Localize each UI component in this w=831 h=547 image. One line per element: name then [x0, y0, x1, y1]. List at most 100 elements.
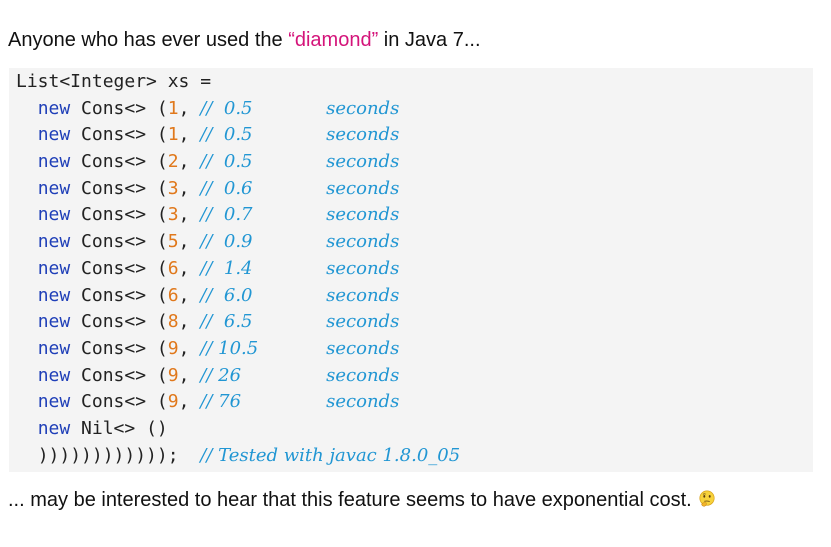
code-unit: seconds — [326, 177, 400, 199]
code-ctor: Cons<> — [81, 124, 147, 146]
code-line-closing: )))))))))))); // Tested with javac 1.8.0… — [16, 443, 813, 470]
code-number: 5 — [167, 231, 179, 253]
code-unit: seconds — [326, 231, 400, 253]
code-comment: // 0.7 seconds — [200, 204, 399, 225]
code-ctor: Cons<> — [81, 337, 147, 359]
code-nil: Nil<> () — [81, 417, 168, 439]
code-time: 0.7 — [218, 204, 253, 226]
code-comment: // 0.5 seconds — [200, 124, 399, 145]
code-ctor: Cons<> — [81, 231, 147, 253]
code-time: 0.6 — [218, 177, 253, 199]
code-unit: seconds — [326, 311, 400, 333]
code-number: 6 — [167, 284, 179, 306]
code-number: 3 — [167, 177, 179, 199]
intro-highlight: “diamond” — [288, 29, 379, 51]
code-rows: new Cons<> (1, // 0.5 seconds new Cons<> … — [16, 96, 813, 416]
code-comment: // 76 seconds — [200, 391, 399, 412]
code-line-cons: new Cons<> (9, // 10.5 seconds — [16, 336, 813, 363]
code-line-nil: new Nil<> () — [16, 416, 813, 443]
code-block: List<Integer> xs = new Cons<> (1, // 0.5… — [9, 68, 813, 472]
code-comment: // 0.5 seconds — [200, 151, 399, 172]
code-keyword: new — [37, 337, 71, 359]
code-keyword: new — [37, 284, 71, 306]
code-ctor: Cons<> — [81, 204, 147, 226]
code-keyword: new — [37, 124, 71, 146]
code-number: 9 — [167, 391, 179, 413]
code-keyword: new — [37, 391, 71, 413]
thinking-face-icon — [699, 490, 715, 507]
code-keyword: new — [37, 364, 71, 386]
code-comment: // 1.4 seconds — [200, 258, 399, 279]
code-unit: seconds — [326, 151, 400, 173]
code-ctor: Cons<> — [81, 257, 147, 279]
intro-after: in Java 7... — [378, 29, 481, 51]
code-keyword: new — [37, 231, 71, 253]
code-time: 0.9 — [218, 231, 253, 253]
code-number: 1 — [167, 97, 179, 119]
code-time: 0.5 — [218, 124, 253, 146]
code-time: 6.5 — [218, 311, 253, 333]
code-number: 2 — [167, 151, 179, 173]
outro-sentence: ... may be interested to hear that this … — [8, 489, 692, 511]
code-number: 9 — [167, 337, 179, 359]
code-line-header: List<Integer> xs = — [16, 71, 212, 92]
code-keyword: new — [37, 311, 71, 333]
outro-text: ... may be interested to hear that this … — [8, 486, 716, 514]
code-ctor: Cons<> — [81, 97, 147, 119]
code-time: 10.5 — [218, 337, 259, 359]
code-number: 1 — [167, 124, 179, 146]
code-unit: seconds — [326, 97, 400, 119]
code-unit: seconds — [326, 284, 400, 306]
code-comment: // 6.5 seconds — [200, 311, 399, 332]
code-time: 76 — [218, 391, 242, 413]
code-line-cons: new Cons<> (6, // 1.4 seconds — [16, 256, 813, 283]
code-comment: // 6.0 seconds — [200, 285, 399, 306]
code-keyword: new — [37, 257, 71, 279]
code-unit: seconds — [326, 124, 400, 146]
code-time: 0.5 — [218, 151, 253, 173]
code-ctor: Cons<> — [81, 151, 147, 173]
code-number: 3 — [167, 204, 179, 226]
code-keyword: new — [37, 151, 71, 173]
code-ctor: Cons<> — [81, 177, 147, 199]
code-comment: // 0.9 seconds — [200, 231, 399, 252]
code-time: 6.0 — [218, 284, 253, 306]
code-time: 0.5 — [218, 97, 253, 119]
code-closing: )))))))))))); — [37, 444, 179, 466]
code-comment: // 0.5 seconds — [200, 98, 399, 119]
code-line-cons: new Cons<> (3, // 0.7 seconds — [16, 202, 813, 229]
code-line-cons: new Cons<> (2, // 0.5 seconds — [16, 149, 813, 176]
code-line-cons: new Cons<> (1, // 0.5 seconds — [16, 122, 813, 149]
code-unit: seconds — [326, 337, 400, 359]
code-number: 9 — [167, 364, 179, 386]
code-keyword: new — [37, 417, 71, 439]
code-unit: seconds — [326, 257, 400, 279]
code-comment: // 10.5 seconds — [200, 338, 399, 359]
code-ctor: Cons<> — [81, 284, 147, 306]
code-keyword: new — [37, 177, 71, 199]
intro-before: Anyone who has ever used the — [8, 29, 289, 51]
code-unit: seconds — [326, 364, 400, 386]
code-keyword: new — [37, 97, 71, 119]
code-line-cons: new Cons<> (9, // 76 seconds — [16, 389, 813, 416]
code-line-cons: new Cons<> (5, // 0.9 seconds — [16, 229, 813, 256]
code-unit: seconds — [326, 204, 400, 226]
intro-text: Anyone who has ever used the “diamond” i… — [8, 26, 481, 54]
code-ctor: Cons<> — [81, 311, 147, 333]
code-closing-comment: // Tested with javac 1.8.0_05 — [200, 444, 461, 466]
code-line-cons: new Cons<> (8, // 6.5 seconds — [16, 309, 813, 336]
code-time: 26 — [218, 364, 242, 386]
code-keyword: new — [37, 204, 71, 226]
code-line-cons: new Cons<> (3, // 0.6 seconds — [16, 176, 813, 203]
code-line-cons: new Cons<> (6, // 6.0 seconds — [16, 283, 813, 310]
code-comment: // 0.6 seconds — [200, 178, 399, 199]
code-time: 1.4 — [218, 257, 253, 279]
code-line-cons: new Cons<> (1, // 0.5 seconds — [16, 96, 813, 123]
code-ctor: Cons<> — [81, 364, 147, 386]
code-line-cons: new Cons<> (9, // 26 seconds — [16, 363, 813, 390]
code-ctor: Cons<> — [81, 391, 147, 413]
code-comment: // 26 seconds — [200, 365, 399, 386]
code-unit: seconds — [326, 391, 400, 413]
code-number: 8 — [167, 311, 179, 333]
code-number: 6 — [167, 257, 179, 279]
